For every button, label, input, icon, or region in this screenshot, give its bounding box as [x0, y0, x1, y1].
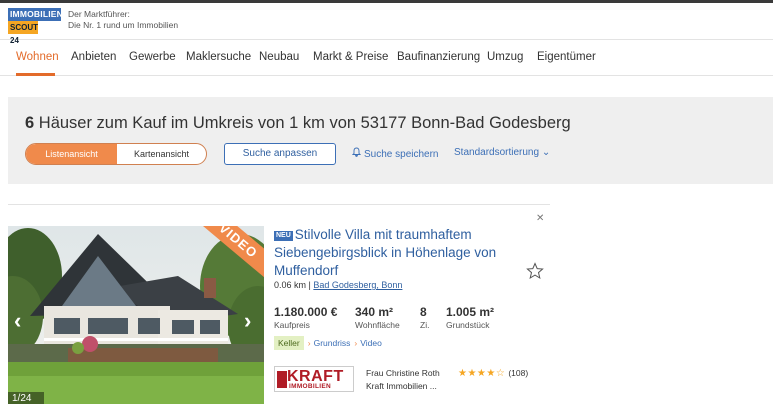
video-link[interactable]: Video	[360, 338, 382, 348]
feature-keller: Keller	[274, 336, 304, 350]
contact-name: Frau Christine Roth	[366, 368, 440, 378]
rooms-metric: 8 Zi.	[420, 305, 429, 331]
save-search-link[interactable]: Suche speichern	[351, 147, 439, 160]
rooms-label: Zi.	[420, 320, 430, 330]
nav-gewerbe[interactable]: Gewerbe	[129, 51, 176, 63]
view-toggle: Listenansicht Kartenansicht	[25, 143, 207, 165]
nav-umzug[interactable]: Umzug	[487, 51, 523, 63]
chevron-left-icon[interactable]: ‹	[14, 308, 21, 334]
tagline-line2: Die Nr. 1 rund um Immobilien	[68, 20, 179, 30]
chevron-right-icon[interactable]: ›	[244, 308, 251, 334]
main-nav: Wohnen Anbieten Gewerbe Maklersuche Neub…	[0, 41, 773, 76]
map-view-button[interactable]: Kartenansicht	[117, 144, 206, 164]
adjust-search-button[interactable]: Suche anpassen	[224, 143, 336, 165]
plot-value: 1.005 m²	[446, 305, 495, 319]
result-heading: 6 Häuser zum Kauf im Umkreis von 1 km vo…	[25, 114, 571, 133]
bell-icon	[351, 147, 362, 160]
save-search-label: Suche speichern	[364, 149, 439, 160]
villa-image	[8, 226, 264, 404]
new-badge: NEU	[274, 231, 293, 241]
listing-photo[interactable]: VIDEO ‹ ›	[8, 226, 264, 404]
tagline-line1: Der Marktführer:	[68, 9, 130, 19]
agency-logo[interactable]: KRAFT IMMOBILIEN	[274, 366, 354, 392]
nav-eigentuemer[interactable]: Eigentümer	[537, 51, 596, 63]
distance-location: 0.06 km | Bad Godesberg, Bonn	[274, 280, 403, 290]
rating-stars: ★★★★☆	[458, 368, 506, 379]
price-metric: 1.180.000 € Kaufpreis	[274, 305, 337, 331]
contact-company: Kraft Immobilien ...	[366, 381, 437, 391]
chevron-right-icon: ›	[354, 338, 358, 348]
living-area-metric: 340 m² Wohnfläche	[355, 305, 400, 331]
agency-rating[interactable]: ★★★★☆ (108)	[458, 368, 528, 379]
living-area-label: Wohnfläche	[355, 320, 400, 330]
living-area-value: 340 m²	[355, 305, 394, 319]
nav-markt-preise[interactable]: Markt & Preise	[313, 51, 388, 63]
listing-title: Stilvolle Villa mit traumhaftem Siebenge…	[274, 227, 497, 278]
nav-neubau[interactable]: Neubau	[259, 51, 299, 63]
nav-baufinanzierung[interactable]: Baufinanzierung	[397, 51, 480, 63]
logo-line1: IMMOBILIEN	[8, 8, 63, 21]
tagline: Der Marktführer: Die Nr. 1 rund um Immob…	[68, 9, 178, 31]
price-value: 1.180.000 €	[274, 305, 338, 319]
immobilienscout24-logo[interactable]: IMMOBILIEN SCOUT 24	[8, 8, 63, 45]
site-header: IMMOBILIEN SCOUT 24 Der Marktführer: Die…	[0, 3, 773, 45]
rating-count: (108)	[508, 368, 529, 378]
result-count: 6	[25, 114, 35, 132]
distance: 0.06 km	[274, 280, 307, 290]
plot-label: Grundstück	[446, 320, 490, 330]
grundriss-link[interactable]: Grundriss	[314, 338, 351, 348]
nav-wohnen[interactable]: Wohnen	[16, 51, 59, 63]
chevron-right-icon: ›	[307, 338, 311, 348]
rooms-value: 8	[420, 305, 427, 319]
photo-counter: 1/24	[8, 392, 44, 404]
listing-title-link[interactable]: NEU Stilvolle Villa mit traumhaftem Siebe…	[274, 226, 524, 280]
star-icon[interactable]	[526, 262, 544, 280]
sort-dropdown[interactable]: Standardsortierung ⌄	[454, 147, 550, 158]
nav-maklersuche[interactable]: Maklersuche	[186, 51, 251, 63]
agency-logo-sub: IMMOBILIEN	[289, 383, 331, 390]
list-view-button[interactable]: Listenansicht	[26, 144, 117, 164]
agency-mark-icon	[277, 371, 287, 388]
logo-line2: SCOUT 24	[8, 21, 38, 45]
nav-anbieten[interactable]: Anbieten	[71, 51, 116, 63]
nav-active-underline	[16, 73, 55, 76]
feature-tags: Keller › Grundriss › Video	[274, 336, 382, 350]
plot-metric: 1.005 m² Grundstück	[446, 305, 494, 331]
location-link[interactable]: Bad Godesberg, Bonn	[313, 280, 402, 290]
price-label: Kaufpreis	[274, 320, 310, 330]
close-icon[interactable]: ✕	[536, 213, 544, 224]
search-summary-panel: 6 Häuser zum Kauf im Umkreis von 1 km vo…	[8, 97, 773, 184]
card-divider	[8, 204, 550, 205]
result-description: Häuser zum Kauf im Umkreis von 1 km von …	[38, 114, 571, 132]
